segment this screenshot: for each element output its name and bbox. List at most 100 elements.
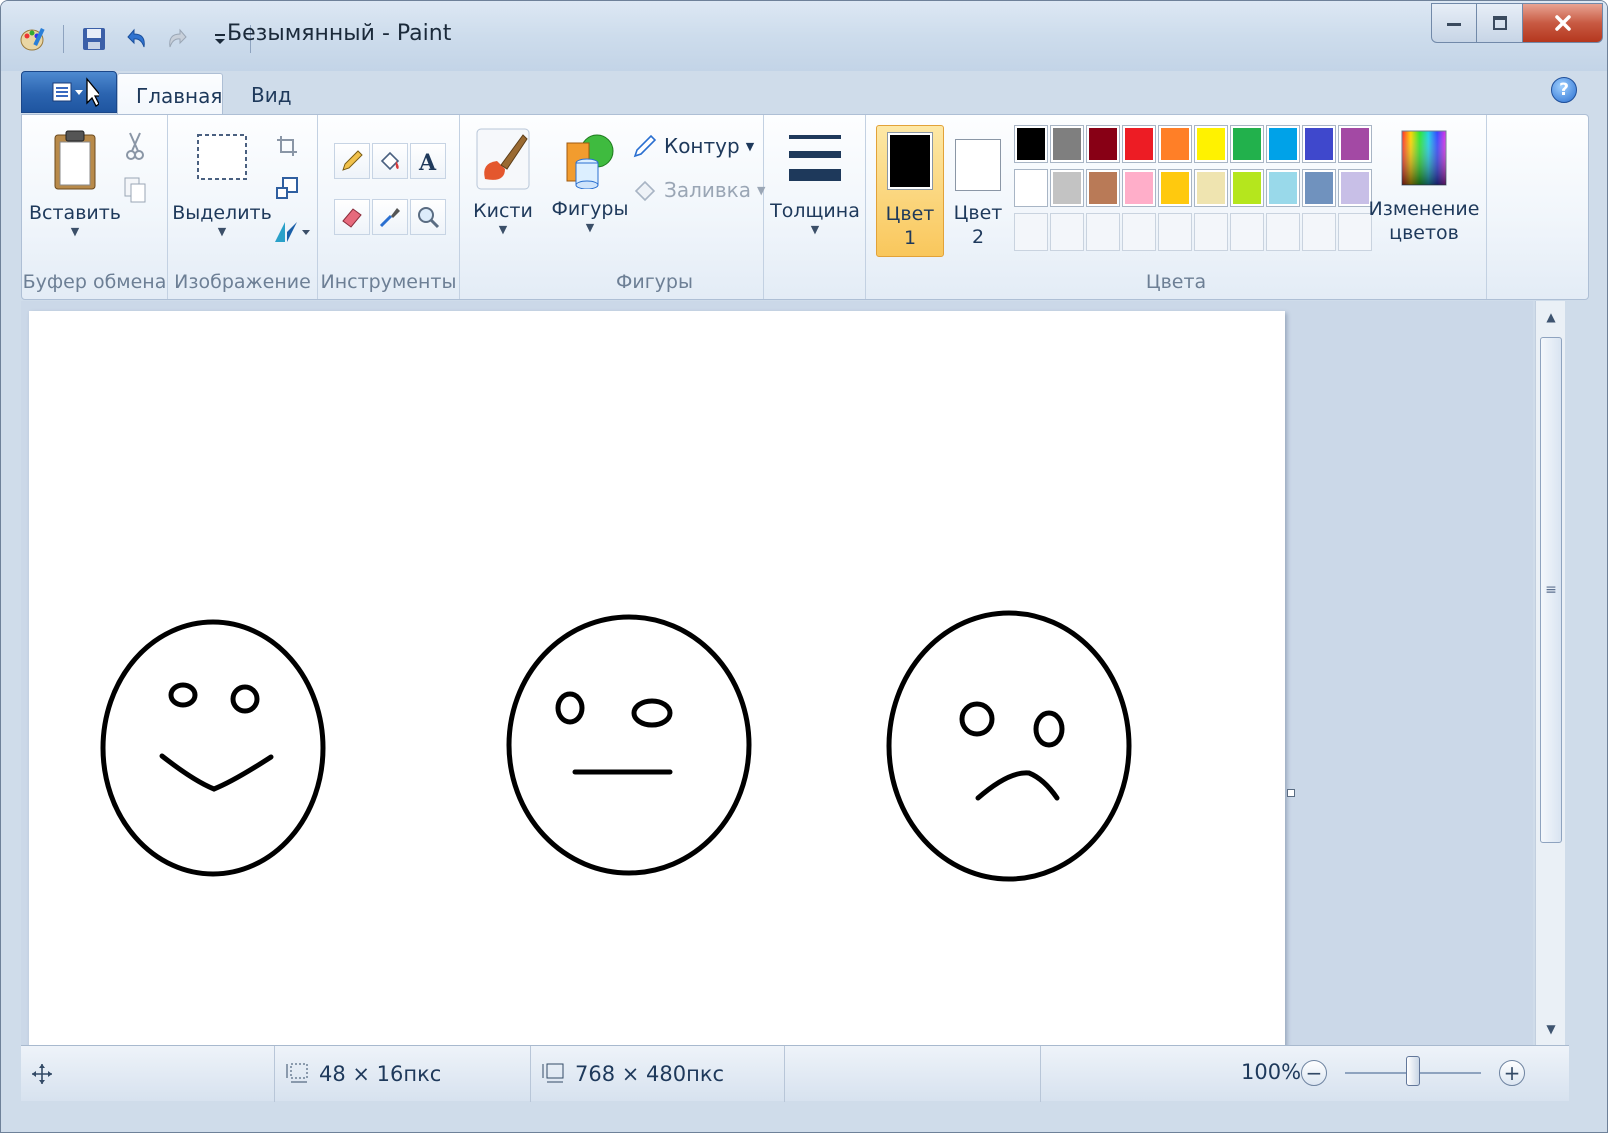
zoom-out-button[interactable]: − — [1301, 1060, 1327, 1086]
palette-swatch[interactable] — [1194, 169, 1228, 207]
move-cursor-icon — [32, 1064, 52, 1084]
palette-swatch[interactable] — [1158, 169, 1192, 207]
size-button[interactable]: Толщина ▼ — [764, 129, 866, 237]
fill-bucket-icon[interactable] — [372, 143, 408, 179]
palette-swatch[interactable] — [1302, 125, 1336, 163]
magnifier-icon[interactable] — [410, 199, 446, 235]
paste-button[interactable]: Вставить ▼ — [29, 129, 121, 239]
palette-swatch-fill — [1269, 128, 1297, 160]
clipboard-group-label: Буфер обмена — [22, 271, 167, 293]
palette-empty-swatch[interactable] — [1194, 213, 1228, 251]
save-icon[interactable] — [78, 23, 110, 55]
palette-swatch[interactable] — [1302, 169, 1336, 207]
palette-empty-swatch[interactable] — [1338, 213, 1372, 251]
palette-swatch[interactable] — [1266, 125, 1300, 163]
help-icon[interactable]: ? — [1551, 77, 1577, 103]
palette-empty-swatch[interactable] — [1230, 213, 1264, 251]
palette-swatch-fill — [1089, 172, 1117, 204]
tools-group: A Инструменты — [318, 115, 460, 299]
palette-swatch[interactable] — [1050, 169, 1084, 207]
palette-swatch[interactable] — [1158, 125, 1192, 163]
zoom-slider-thumb[interactable] — [1406, 1056, 1420, 1086]
palette-swatch[interactable] — [1122, 169, 1156, 207]
palette-empty-swatch[interactable] — [1158, 213, 1192, 251]
colors-group-label: Цвета — [1145, 271, 1207, 293]
redo-icon[interactable] — [162, 23, 194, 55]
tab-home[interactable]: Главная — [117, 73, 223, 115]
shapes-group-label: Фигуры — [616, 271, 693, 293]
image-group: Выделить ▼ Изображение — [168, 115, 318, 299]
select-label: Выделить — [172, 202, 272, 224]
paint-menu-button[interactable] — [21, 71, 117, 113]
palette-swatch-fill — [1233, 172, 1261, 204]
sad-face-drawing — [886, 610, 1132, 882]
color1-selector[interactable]: Цвет 1 — [876, 125, 944, 257]
palette-swatch[interactable] — [1338, 125, 1372, 163]
outline-button[interactable]: Контур ▼ — [632, 133, 754, 159]
palette-swatch[interactable] — [1338, 169, 1372, 207]
select-button[interactable]: Выделить ▼ — [172, 129, 272, 239]
scroll-up-icon[interactable]: ▲ — [1536, 303, 1566, 331]
palette-swatch[interactable] — [1230, 125, 1264, 163]
rotate-icon[interactable] — [270, 215, 312, 249]
palette-empty-swatch[interactable] — [1014, 213, 1048, 251]
chevron-down-icon: ▼ — [217, 225, 227, 238]
palette-empty-swatch[interactable] — [1302, 213, 1336, 251]
clipboard-group: Вставить ▼ Буфер обмена — [22, 115, 168, 299]
minimize-button[interactable] — [1431, 3, 1477, 43]
undo-icon[interactable] — [120, 23, 152, 55]
text-tool-icon[interactable]: A — [410, 143, 446, 179]
palette-empty-swatch[interactable] — [1266, 213, 1300, 251]
palette-empty-swatch[interactable] — [1086, 213, 1120, 251]
crop-icon[interactable] — [270, 129, 304, 163]
palette-swatch-fill — [1233, 128, 1261, 160]
file-size-cell — [785, 1046, 1041, 1102]
fill-button[interactable]: Заливка ▼ — [632, 177, 765, 203]
palette-swatch[interactable] — [1050, 125, 1084, 163]
shapes-group: Фигуры ▼ Контур ▼ Заливка ▼ Фигуры — [546, 115, 765, 299]
selection-size-text: 48 × 16пкс — [319, 1062, 442, 1086]
close-button[interactable] — [1523, 3, 1603, 43]
outline-label: Контур — [664, 134, 740, 158]
vertical-scrollbar[interactable]: ▲ ≡ ▼ — [1535, 301, 1565, 1045]
palette-swatch[interactable] — [1266, 169, 1300, 207]
palette-swatch-fill — [1197, 128, 1225, 160]
palette-empty-swatch[interactable] — [1050, 213, 1084, 251]
shapes-label: Фигуры — [551, 198, 629, 220]
pencil-icon[interactable] — [334, 143, 370, 179]
edit-colors-button[interactable]: Изменение цветов — [1369, 129, 1479, 245]
palette-swatch-fill — [1125, 172, 1153, 204]
scrollbar-thumb[interactable]: ≡ — [1540, 337, 1562, 843]
palette-swatch[interactable] — [1194, 125, 1228, 163]
palette-swatch-fill — [1341, 172, 1369, 204]
maximize-button[interactable] — [1477, 3, 1523, 43]
palette-swatch[interactable] — [1014, 125, 1048, 163]
palette-swatch-fill — [1341, 128, 1369, 160]
brushes-group: Кисти ▼ — [460, 115, 546, 299]
canvas-resize-handle[interactable] — [1287, 789, 1295, 797]
copy-icon[interactable] — [118, 173, 152, 207]
color2-selector[interactable]: Цвет 2 — [950, 125, 1006, 257]
paint-app-icon[interactable] — [17, 23, 49, 55]
brushes-button[interactable]: Кисти ▼ — [460, 127, 546, 237]
drawing-canvas[interactable] — [29, 311, 1285, 1073]
window-controls — [1431, 3, 1603, 43]
zoom-in-button[interactable]: + — [1499, 1060, 1525, 1086]
scroll-down-icon[interactable]: ▼ — [1536, 1015, 1566, 1043]
palette-empty-swatch[interactable] — [1122, 213, 1156, 251]
cut-icon[interactable] — [118, 129, 152, 163]
palette-swatch[interactable] — [1086, 169, 1120, 207]
edit-colors-label-line1: Изменение — [1368, 198, 1480, 220]
palette-swatch[interactable] — [1086, 125, 1120, 163]
palette-swatch-fill — [1017, 128, 1045, 160]
tab-view[interactable]: Вид — [233, 73, 310, 115]
eraser-icon[interactable] — [334, 199, 370, 235]
palette-swatch[interactable] — [1014, 169, 1048, 207]
palette-swatch[interactable] — [1230, 169, 1264, 207]
resize-icon[interactable] — [270, 171, 304, 205]
plus-icon: + — [1503, 1061, 1521, 1085]
color-picker-icon[interactable] — [372, 199, 408, 235]
shapes-button[interactable]: Фигуры ▼ — [550, 129, 630, 235]
image-group-label: Изображение — [174, 271, 311, 293]
palette-swatch[interactable] — [1122, 125, 1156, 163]
